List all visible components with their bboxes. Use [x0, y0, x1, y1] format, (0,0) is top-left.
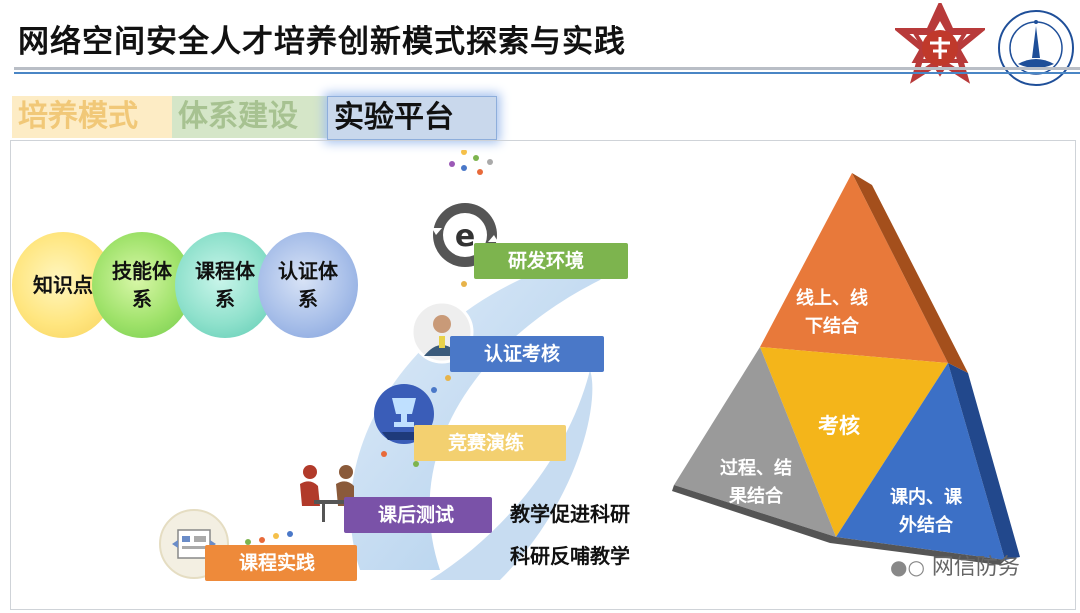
svg-text:e: e	[455, 219, 475, 254]
university-emblem-icon	[895, 3, 985, 84]
circle-certification-system: 认证体系	[258, 232, 358, 338]
header-divider-grey	[14, 67, 1080, 70]
tab-training-mode[interactable]: 培养模式	[12, 96, 180, 138]
pyramid-left-label: 过程、结 果结合	[720, 458, 792, 507]
step-after-class-test: 课后测试	[344, 497, 492, 533]
pyramid-center-label: 考核	[818, 414, 860, 438]
slide: 网络空间安全人才培养创新模式探索与实践 培养模式 体系建设 实验平台 知识点 技…	[0, 0, 1080, 613]
header-divider-blue	[14, 72, 1080, 74]
assessment-pyramid-graphic	[672, 173, 1020, 565]
tab-lab-platform[interactable]: 实验平台	[327, 96, 497, 140]
page-title: 网络空间安全人才培养创新模式探索与实践	[18, 24, 626, 60]
step-competition-drill: 竞赛演练	[414, 425, 566, 461]
pyramid-right-label: 课内、课 外结合	[890, 487, 962, 536]
step-certification-exam: 认证考核	[450, 336, 604, 372]
chat-bubble-icon: ●○	[890, 555, 925, 579]
tab-system-building[interactable]: 体系建设	[172, 96, 336, 138]
note-teaching-promotes-research: 教学促进科研	[510, 502, 630, 526]
watermark: ●○ 网信防务	[890, 555, 1020, 580]
university-seal-icon	[998, 10, 1074, 86]
pyramid-top-label: 线上、线 下结合	[796, 288, 868, 337]
step-course-practice: 课程实践	[205, 545, 357, 581]
note-research-feeds-teaching: 科研反哺教学	[510, 544, 630, 568]
step-dev-environment: 研发环境	[474, 243, 628, 279]
